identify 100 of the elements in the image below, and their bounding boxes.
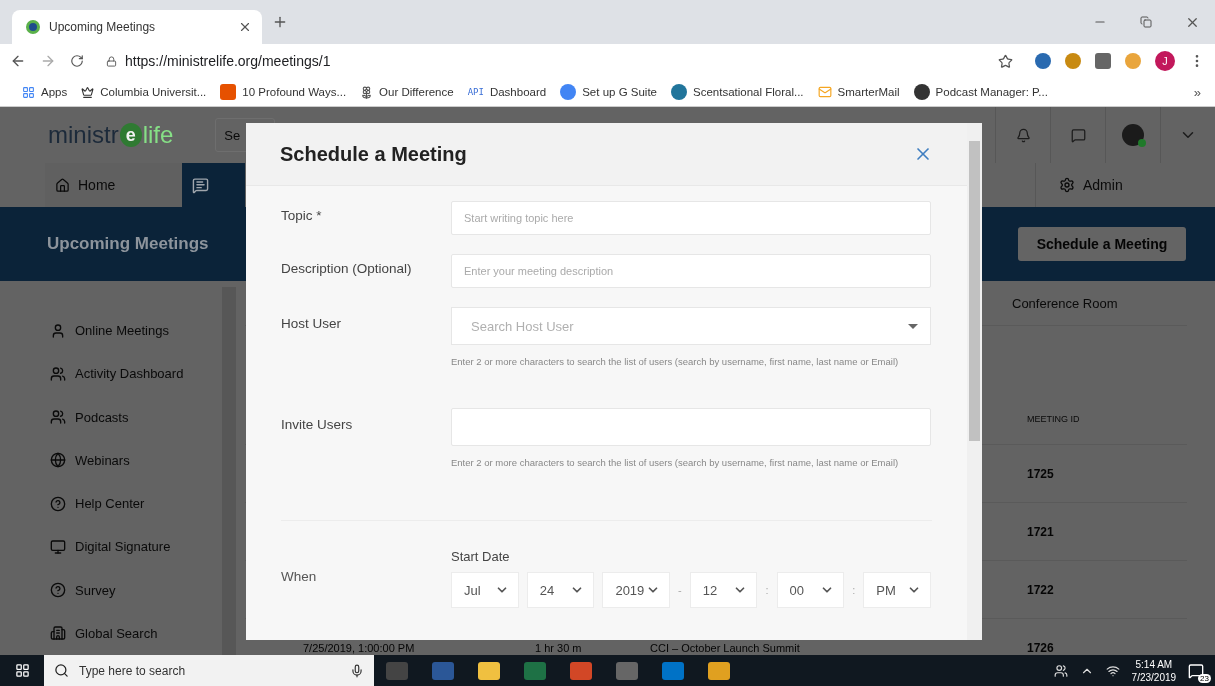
podcast-logo-icon (913, 84, 930, 100)
people-icon[interactable] (1053, 663, 1068, 678)
text-input-field[interactable]: Start writing topic here (451, 201, 931, 235)
folder-app-icon[interactable] (478, 661, 500, 680)
bookmark-link[interactable]: Columbia Universit... (81, 85, 207, 99)
home-icon (55, 177, 70, 193)
separator: : (852, 584, 856, 596)
caret-icon (908, 323, 918, 329)
scrollbar[interactable] (222, 287, 236, 655)
separator: : (765, 584, 769, 596)
crown-icon (81, 85, 95, 99)
square-logo-icon (220, 84, 237, 100)
site-favicon (26, 20, 40, 34)
field-label: Description (Optional) (281, 260, 413, 278)
calculator-app-icon[interactable] (616, 661, 638, 680)
new-tab-icon[interactable] (272, 14, 288, 30)
field-label: When (281, 568, 318, 586)
bookmark-label: SmarterMail (837, 86, 900, 98)
taskbar-search-field[interactable]: Type here to search (44, 655, 374, 686)
extension-icon[interactable] (1065, 53, 1081, 69)
table-cell: 1725 (1027, 466, 1054, 481)
date-select[interactable]: PM (863, 572, 931, 608)
people-icon (50, 365, 66, 382)
lock-icon (106, 55, 117, 67)
person-icon (50, 322, 66, 339)
bookmark-link[interactable]: Podcast Manager: P... (913, 84, 1048, 100)
bookmark-label: Scentsational Floral... (693, 86, 804, 98)
separator: - (678, 584, 682, 596)
bookmark-link[interactable]: Scentsational Floral... (671, 84, 804, 100)
table-cell: 1726 (1027, 640, 1054, 655)
bookmark-link[interactable]: Our Difference (360, 85, 454, 99)
bookmark-link[interactable]: Apps (22, 85, 68, 99)
mail-icon (817, 85, 832, 99)
text-input-field[interactable] (451, 408, 931, 446)
settings-icon (1059, 177, 1075, 193)
table-cell: 1 hr 30 m (535, 641, 582, 654)
bookmark-link[interactable]: API Dashboard (467, 86, 547, 98)
flower-icon (360, 85, 374, 99)
wordpress-logo-icon (671, 84, 687, 100)
apps-grid-icon (22, 85, 35, 99)
table-cell: 1721 (1027, 524, 1054, 539)
date-select[interactable]: 24 (526, 572, 595, 608)
chat-nav-tab[interactable] (182, 163, 245, 207)
logo: ministr e life (48, 121, 174, 149)
help-icon (50, 495, 66, 512)
monitor-icon (50, 538, 66, 555)
date-select[interactable]: 12 (689, 572, 758, 608)
search-icon (54, 663, 69, 678)
bookmark-label: Our Difference (379, 86, 454, 98)
date-select[interactable]: Jul (451, 572, 519, 608)
bookmark-link[interactable]: SmarterMail (817, 85, 900, 99)
field-label: Host User (281, 315, 342, 333)
notification-count-badge: 23 (1198, 673, 1211, 683)
back-icon[interactable] (10, 53, 26, 69)
scrollbar[interactable] (967, 123, 982, 640)
star-icon[interactable] (998, 53, 1013, 69)
profile-avatar[interactable]: J (1155, 51, 1175, 71)
globe-icon (50, 452, 66, 469)
excel-app-icon[interactable] (524, 661, 546, 680)
google-logo-icon (560, 84, 577, 100)
date-select[interactable]: 2019 (602, 572, 671, 608)
close-icon[interactable] (238, 20, 252, 34)
browser-app-icon[interactable] (708, 661, 730, 680)
wifi-icon[interactable] (1105, 663, 1120, 678)
bookmark-label: 10 Profound Ways... (242, 86, 347, 98)
microphone-icon[interactable] (350, 663, 364, 678)
text-input-field[interactable]: Enter your meeting description (451, 254, 931, 288)
word-app-icon[interactable] (432, 661, 454, 680)
task-view-icon[interactable] (386, 661, 408, 680)
bookmark-label: Set up G Suite (582, 86, 657, 98)
field-hint: Enter 2 or more characters to search the list of users (search by username, first name, last name or Email) (451, 355, 900, 369)
powerpoint-app-icon[interactable] (570, 661, 592, 680)
column-header: MEETING ID (1027, 414, 1081, 426)
field-label: Topic * (281, 207, 323, 225)
bookmark-link[interactable]: 10 Profound Ways... (220, 84, 347, 100)
bookmark-label: Podcast Manager: P... (935, 86, 1048, 98)
people-icon (50, 409, 66, 426)
address-bar[interactable]: https://ministrelife.org/meetings/1 (125, 53, 331, 69)
forward-icon[interactable] (40, 53, 56, 69)
more-bookmarks-button[interactable]: » (1193, 84, 1201, 100)
start-date-label: Start Date (451, 549, 511, 564)
outlook-app-icon[interactable] (662, 661, 684, 680)
page-title: Upcoming Meetings (47, 234, 209, 254)
clock[interactable]: 5:14 AM 7/23/2019 (1131, 657, 1177, 684)
help-icon (50, 582, 66, 599)
building-icon (50, 625, 66, 642)
bookmark-link[interactable]: Set up G Suite (560, 84, 657, 100)
chat-icon (192, 176, 209, 194)
field-label: Invite Users (281, 416, 354, 434)
bookmark-label: Dashboard (489, 86, 547, 98)
dialog-title: Schedule a Meeting (280, 142, 467, 166)
date-select[interactable]: 00 (776, 572, 845, 608)
browser-tab[interactable]: Upcoming Meetings (12, 10, 262, 44)
table-cell: 7/25/2019, 1:00:00 PM (303, 641, 415, 654)
bookmark-label: Columbia Universit... (100, 86, 207, 98)
reload-icon[interactable] (70, 54, 84, 68)
extension-icon[interactable] (1035, 53, 1051, 69)
table-cell: CCI – October Launch Summit (650, 641, 800, 654)
api-favicon: API (467, 87, 484, 97)
field-hint: Enter 2 or more characters to search the list of users (search by username, first name, last name or Email) (451, 456, 900, 470)
